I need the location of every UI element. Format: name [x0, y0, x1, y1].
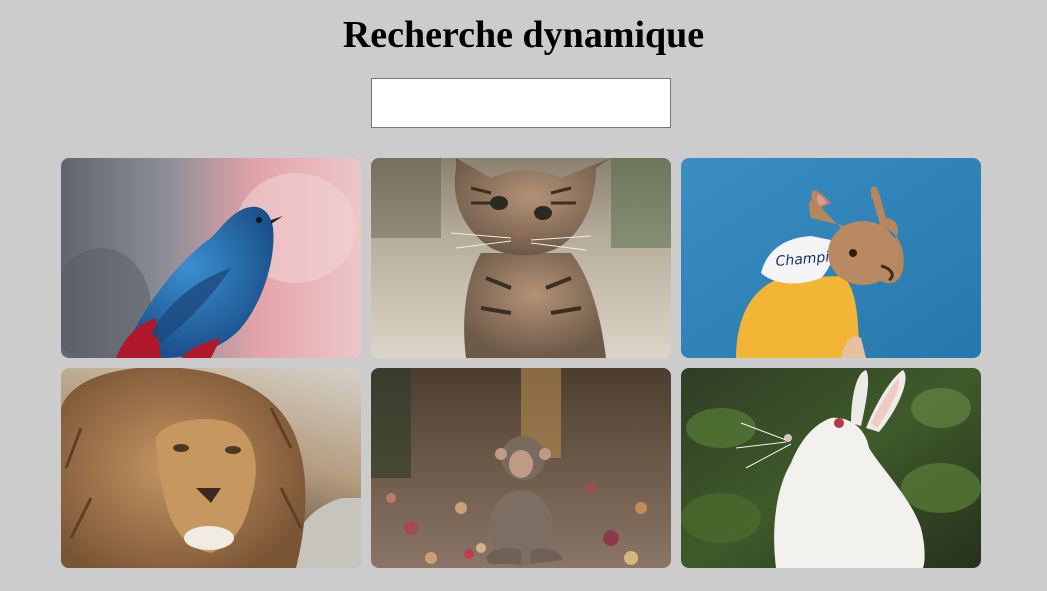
gallery-card-bird[interactable]	[61, 158, 361, 358]
cat-photo	[371, 158, 671, 358]
search-input[interactable]	[371, 78, 671, 128]
lion-photo	[61, 368, 361, 568]
image-gallery: Champion	[61, 158, 981, 568]
gallery-card-dog[interactable]: Champion	[681, 158, 981, 358]
gallery-card-lion[interactable]	[61, 368, 361, 568]
bird-photo	[61, 158, 361, 358]
page-title: Recherche dynamique	[342, 14, 705, 56]
dog-photo: Champion	[681, 158, 981, 358]
gallery-card-cat[interactable]	[371, 158, 671, 358]
rabbit-photo	[681, 368, 981, 568]
gallery-card-monkey[interactable]	[371, 368, 671, 568]
monkey-photo	[371, 368, 671, 568]
gallery-card-rabbit[interactable]	[681, 368, 981, 568]
